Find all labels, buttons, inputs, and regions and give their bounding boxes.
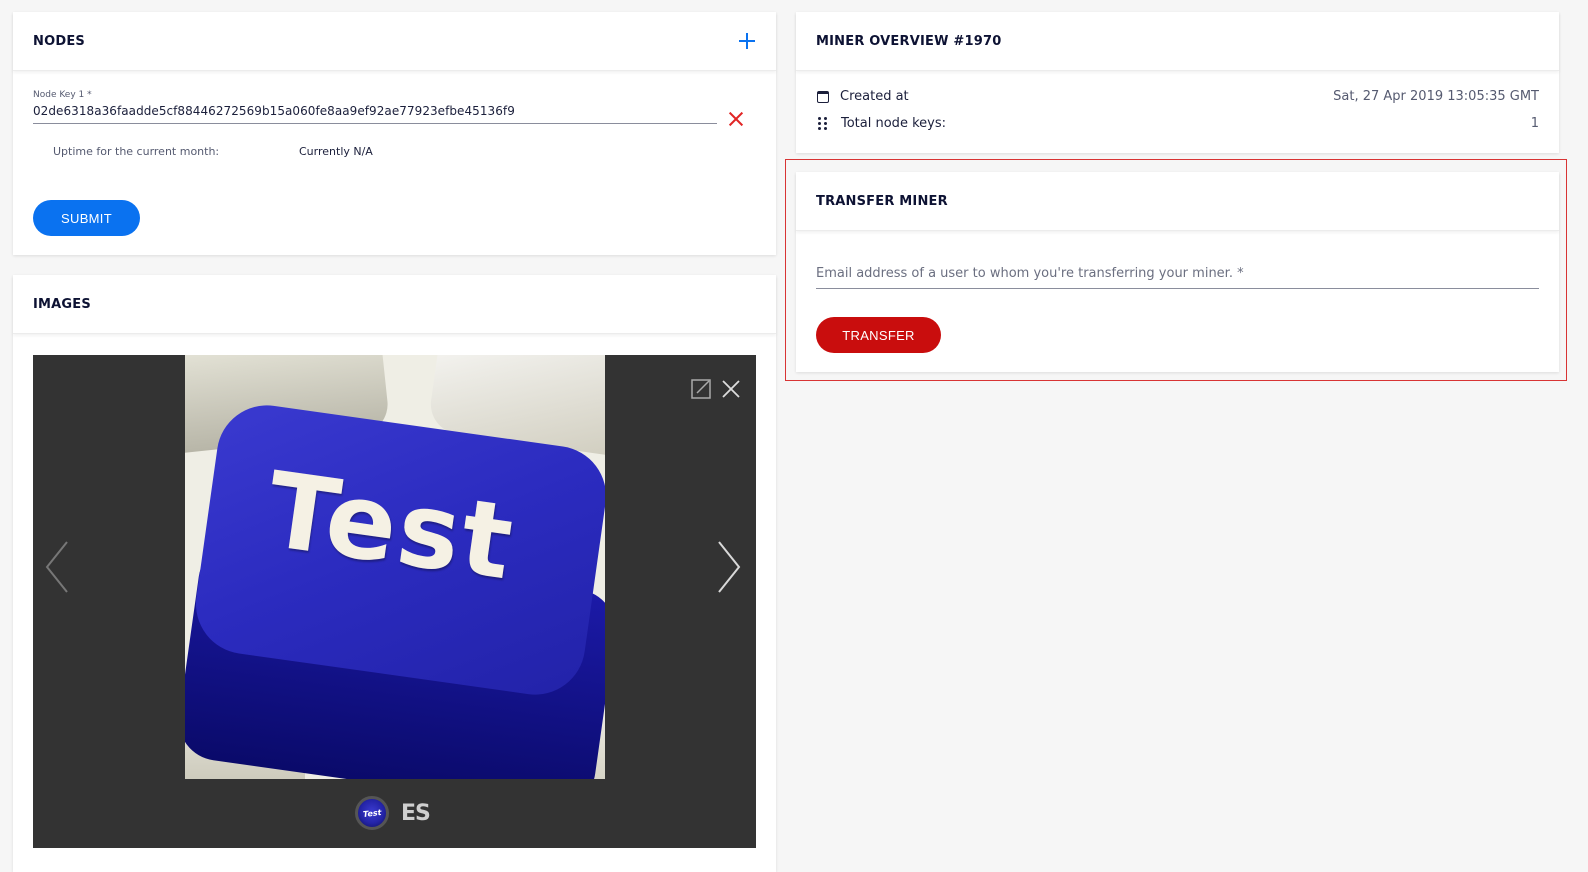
miner-overview-card: MINER OVERVIEW #1970 Created at Sat, 27 … [796, 12, 1559, 153]
created-at-row: Created at [816, 89, 909, 104]
images-card: IMAGES Test Test ES [13, 275, 776, 872]
remove-node-close-icon[interactable] [728, 111, 744, 127]
transfer-header: TRANSFER MINER [796, 172, 1559, 231]
overview-title: MINER OVERVIEW #1970 [816, 33, 1002, 49]
transfer-title: TRANSFER MINER [816, 193, 948, 209]
created-at-label: Created at [840, 89, 909, 104]
nodes-card: NODES Node Key 1 * 02de6318a36faadde5cf8… [13, 12, 776, 255]
thumbnail-test[interactable]: Test [355, 796, 389, 830]
total-node-keys-label: Total node keys: [841, 116, 946, 131]
images-header: IMAGES [13, 275, 776, 334]
uptime-label: Uptime for the current month: [53, 145, 220, 158]
email-input[interactable]: Email address of a user to whom you're t… [816, 266, 1539, 289]
submit-button[interactable]: SUBMIT [33, 200, 140, 236]
close-icon[interactable] [721, 379, 741, 399]
images-title: IMAGES [33, 296, 91, 312]
node-key-field[interactable]: Node Key 1 * 02de6318a36faadde5cf8844627… [33, 90, 717, 124]
calendar-icon [817, 90, 829, 103]
total-node-keys-value: 1 [1530, 116, 1539, 131]
nodes-title: NODES [33, 33, 85, 49]
chevron-left-icon[interactable] [43, 540, 71, 594]
gallery-main-image[interactable]: Test [185, 355, 605, 779]
overview-header: MINER OVERVIEW #1970 [796, 12, 1559, 71]
transfer-miner-card: TRANSFER MINER Email address of a user t… [796, 172, 1559, 372]
chevron-right-icon[interactable] [715, 540, 743, 594]
node-key-label: Node Key 1 * [33, 90, 92, 100]
thumbnail-es[interactable]: ES [401, 801, 435, 827]
transfer-button[interactable]: TRANSFER [816, 317, 941, 353]
total-node-keys-row: Total node keys: [816, 116, 946, 131]
uptime-value: Currently N/A [299, 145, 373, 158]
nodes-header: NODES [13, 12, 776, 71]
image-gallery: Test Test ES [33, 355, 756, 848]
created-at-value: Sat, 27 Apr 2019 13:05:35 GMT [1333, 89, 1539, 104]
expand-icon[interactable] [691, 379, 711, 399]
grid-dots-icon [816, 116, 830, 131]
add-node-plus-icon[interactable] [738, 32, 756, 50]
node-key-input[interactable]: 02de6318a36faadde5cf88446272569b15a060fe… [33, 100, 717, 124]
thumbnail-test-text: Test [362, 807, 382, 819]
